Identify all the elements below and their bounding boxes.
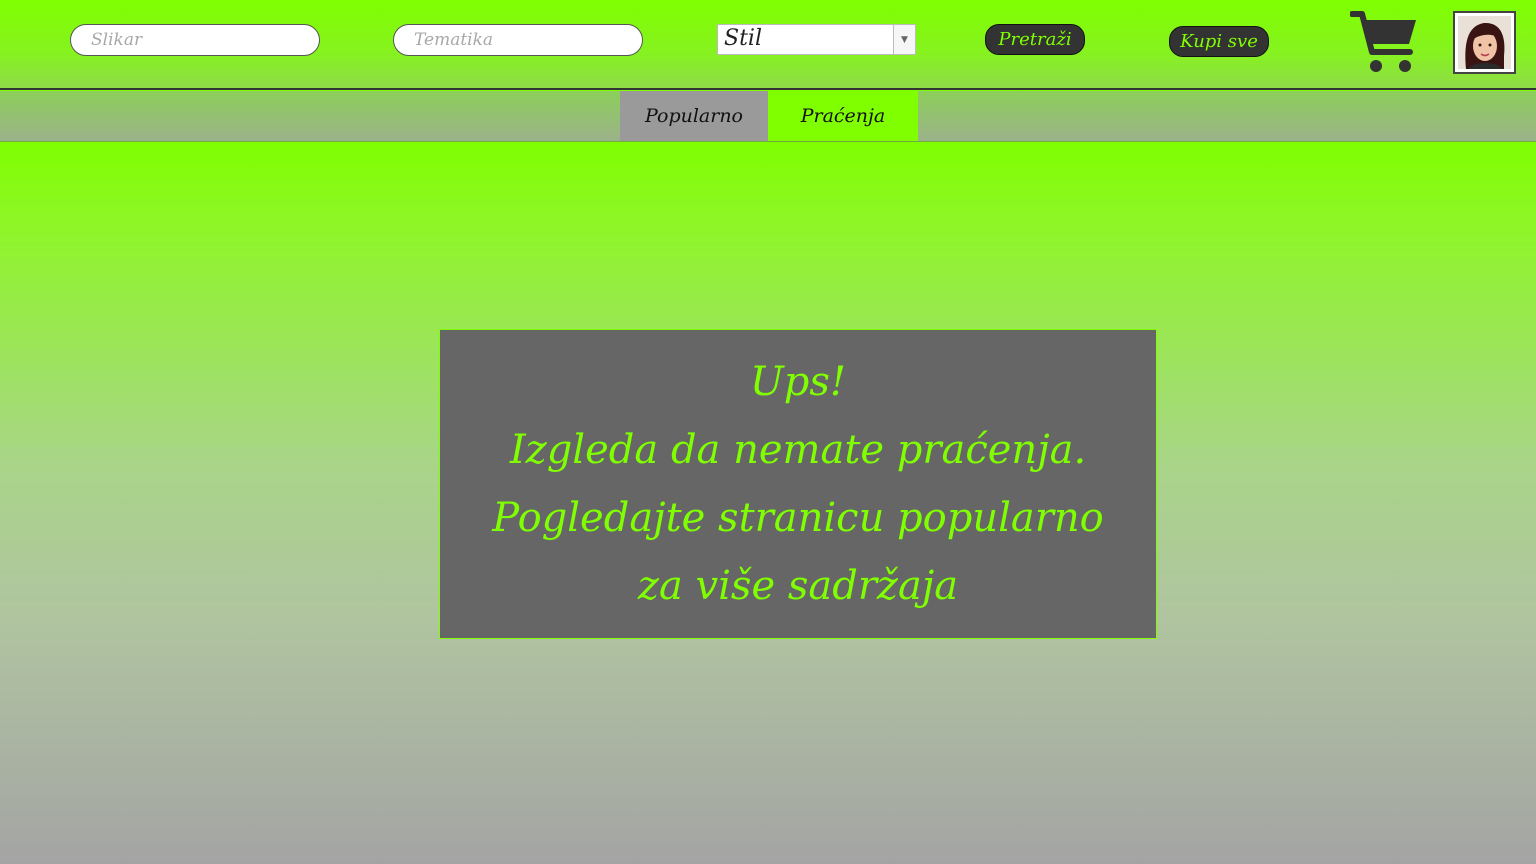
message-line-4: za više sadržaja	[637, 563, 959, 609]
chevron-down-icon[interactable]: ▼	[893, 25, 915, 54]
tab-pracenja[interactable]: Praćenja	[768, 91, 918, 141]
search-button[interactable]: Pretraži	[985, 24, 1085, 55]
tab-popularno[interactable]: Popularno	[620, 91, 768, 141]
tab-bar: Popularno Praćenja	[0, 91, 1536, 142]
message-line-3: Pogledajte stranicu popularno	[492, 495, 1104, 541]
style-select[interactable]: Stil ▼	[717, 24, 916, 55]
empty-following-message: Ups! Izgleda da nemate praćenja. Pogleda…	[439, 329, 1157, 639]
user-avatar[interactable]	[1453, 11, 1516, 74]
message-line-2: Izgleda da nemate praćenja.	[509, 427, 1087, 473]
message-line-1: Ups!	[750, 359, 846, 405]
shopping-cart-icon[interactable]	[1349, 8, 1420, 76]
buy-all-button[interactable]: Kupi sve	[1169, 26, 1269, 57]
top-bar: Stil ▼ Pretraži Kupi sve	[0, 0, 1536, 90]
style-select-value: Stil	[724, 26, 762, 51]
painter-search-input[interactable]	[70, 24, 320, 56]
theme-search-input[interactable]	[393, 24, 643, 56]
